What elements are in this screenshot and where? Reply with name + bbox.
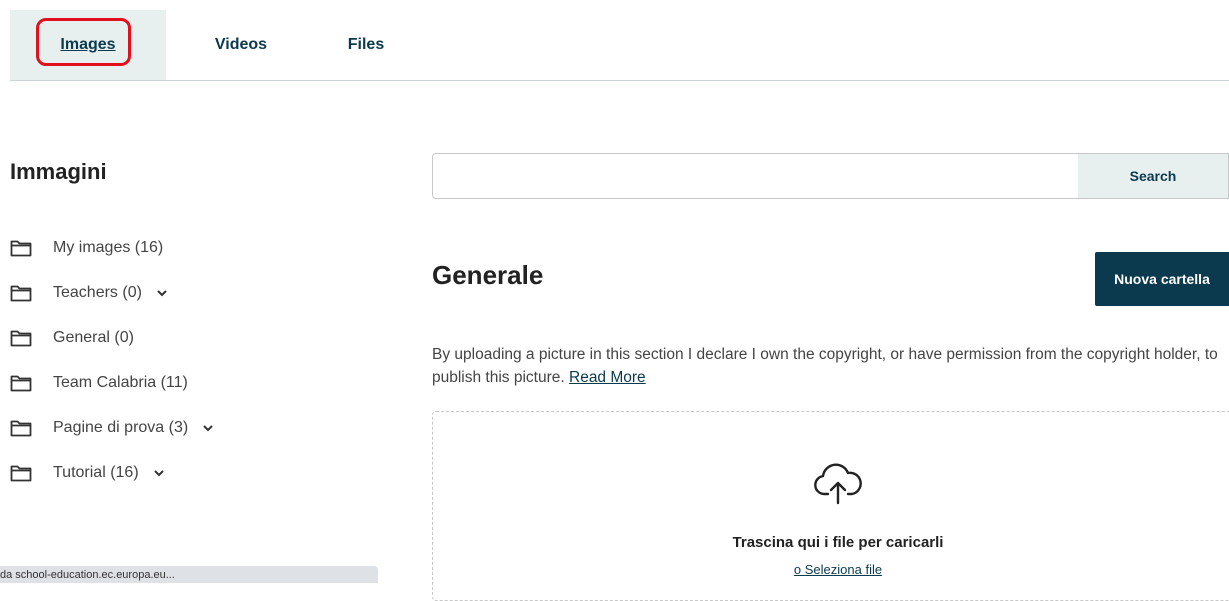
cloud-upload-icon	[811, 461, 865, 507]
folder-icon	[10, 419, 32, 437]
sidebar-title: Immagini	[10, 159, 107, 184]
folder-title: Generale	[432, 260, 544, 290]
search-box: Search	[432, 153, 1229, 199]
search-input[interactable]	[433, 154, 1078, 198]
disclaimer-text: By uploading a picture in this section I…	[432, 346, 1218, 386]
folder-label: Teachers (0)	[53, 283, 142, 301]
upload-dropzone[interactable]: Trascina qui i file per caricarli o Sele…	[432, 411, 1229, 601]
folder-item-pagine-di-prova[interactable]: Pagine di prova (3)	[10, 405, 214, 450]
folder-item-tutorial[interactable]: Tutorial (16)	[10, 450, 214, 495]
folder-item-general[interactable]: General (0)	[10, 315, 214, 360]
folder-label: My images (16)	[53, 238, 164, 256]
folder-icon	[10, 374, 32, 392]
read-more-link[interactable]: Read More	[569, 369, 646, 386]
tab-videos-label: Videos	[214, 36, 268, 53]
tab-videos[interactable]: Videos	[166, 10, 316, 80]
search-button[interactable]: Search	[1078, 154, 1228, 198]
folder-icon	[10, 284, 32, 302]
folder-icon	[10, 239, 32, 257]
folder-list: My images (16) Teachers (0) General (0) …	[10, 225, 214, 495]
folder-label: Team Calabria (11)	[53, 373, 188, 391]
folder-item-team-calabria[interactable]: Team Calabria (11)	[10, 360, 214, 405]
tab-files[interactable]: Files	[316, 10, 416, 80]
folder-label: Tutorial (16)	[53, 463, 139, 481]
folder-label: Pagine di prova (3)	[53, 418, 189, 436]
folder-item-teachers[interactable]: Teachers (0)	[10, 270, 214, 315]
folder-icon	[10, 464, 32, 482]
new-folder-button[interactable]: Nuova cartella	[1095, 252, 1229, 306]
chevron-down-icon[interactable]	[153, 468, 165, 478]
copyright-disclaimer: By uploading a picture in this section I…	[432, 343, 1222, 389]
media-tabbar: Images Videos Files	[10, 10, 1229, 81]
select-file-link[interactable]: o Seleziona file	[794, 562, 882, 577]
browser-status-bar: da school-education.ec.europa.eu...	[0, 566, 378, 583]
chevron-down-icon[interactable]	[156, 288, 168, 298]
tab-files-label: Files	[347, 36, 385, 53]
tab-images-label: Images	[60, 36, 116, 53]
chevron-down-icon[interactable]	[202, 423, 214, 433]
folder-icon	[10, 329, 32, 347]
folder-item-my-images[interactable]: My images (16)	[10, 225, 214, 270]
tab-images[interactable]: Images	[10, 10, 166, 80]
select-file-link-wrap: o Seleziona file	[433, 562, 1229, 577]
folder-label: General (0)	[53, 328, 134, 346]
dropzone-text: Trascina qui i file per caricarli	[732, 534, 944, 551]
